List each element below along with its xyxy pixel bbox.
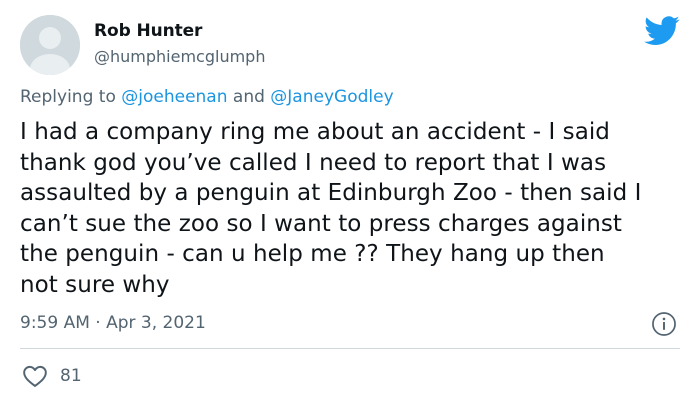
tweet-text: I had a company ring me about an acciden… (20, 119, 642, 298)
tweet-timestamp[interactable]: 9:59 AM · Apr 3, 2021 (20, 313, 206, 333)
mention-link-joeheenan[interactable]: @joeheenan (121, 87, 227, 107)
replying-to-connector: and (227, 87, 271, 107)
replying-to-label: Replying to (20, 87, 122, 107)
info-icon[interactable] (651, 311, 677, 337)
heart-icon[interactable] (22, 364, 48, 388)
author-name[interactable]: Rob Hunter (94, 21, 202, 41)
author-handle[interactable]: @humphiemcglumph (94, 47, 265, 66)
divider (20, 348, 680, 349)
tweet-card: Rob Hunter @humphiemcglumph Replying to … (0, 0, 700, 402)
avatar[interactable] (20, 15, 80, 75)
twitter-bird-icon[interactable] (644, 16, 680, 46)
default-avatar-icon (20, 15, 80, 75)
like-count: 81 (60, 366, 82, 386)
mention-link-janeygodley[interactable]: @JaneyGodley (270, 87, 393, 107)
replying-to-line: Replying to @joeheenan and @JaneyGodley (20, 87, 394, 107)
